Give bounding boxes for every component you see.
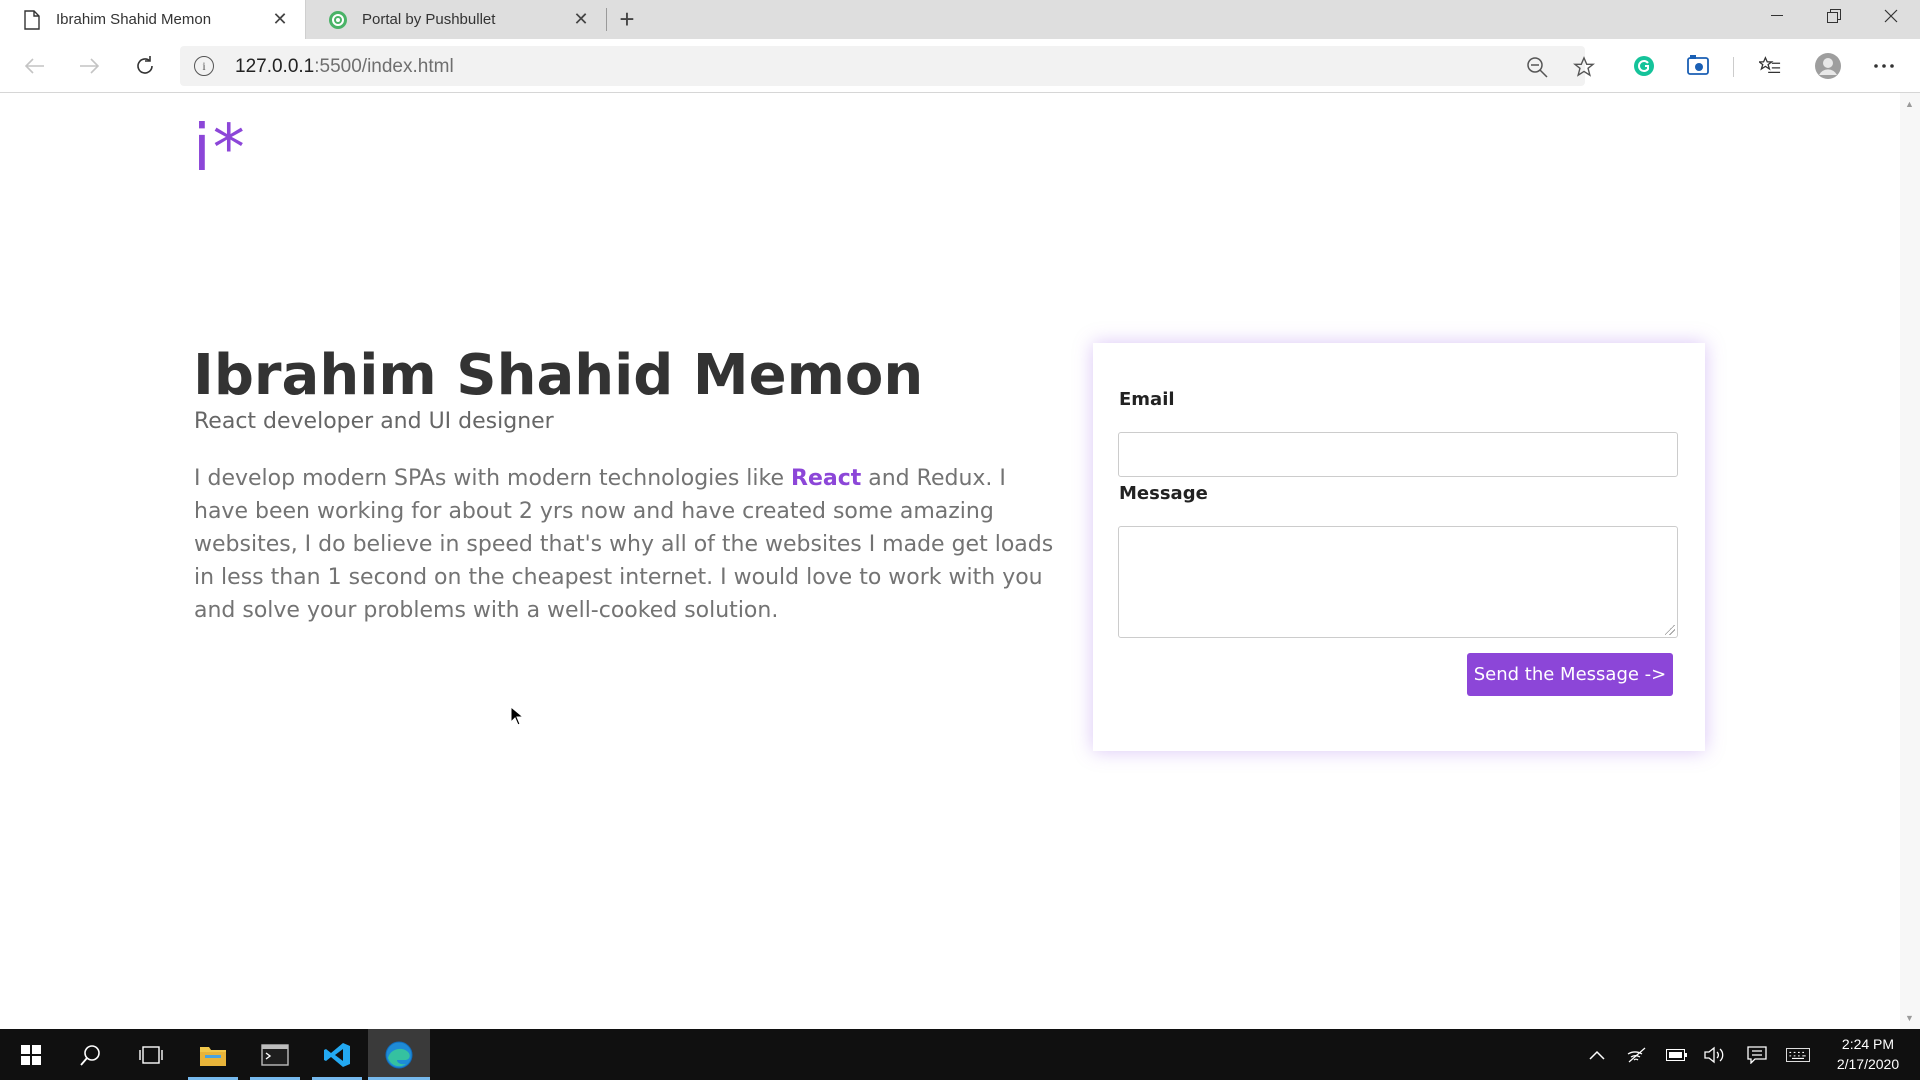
forward-button[interactable]	[72, 49, 106, 83]
zoom-out-icon[interactable]	[1525, 55, 1549, 79]
screenshot-extension-icon[interactable]	[1683, 51, 1713, 81]
send-message-button[interactable]: Send the Message ->	[1467, 653, 1673, 696]
keyboard-icon[interactable]	[1786, 1043, 1810, 1067]
message-label: Message	[1119, 483, 1208, 504]
page-scrollbar[interactable]: ▲ ▼	[1900, 93, 1920, 1029]
browser-toolbar: i 127.0.0.1:5500/index.html	[0, 39, 1920, 93]
hero-bio: I develop modern SPAs with modern techno…	[194, 462, 1054, 627]
search-button[interactable]	[60, 1029, 122, 1080]
tab-pushbullet[interactable]: Portal by Pushbullet ✕	[306, 0, 606, 39]
clock-date: 2/17/2020	[1836, 1056, 1900, 1072]
back-button[interactable]	[18, 49, 52, 83]
toolbar-divider	[1733, 57, 1734, 77]
start-button[interactable]	[0, 1029, 62, 1080]
volume-icon[interactable]	[1703, 1043, 1727, 1067]
close-window-button[interactable]	[1862, 0, 1920, 32]
windows-taskbar: 2:24 PM 2/17/2020	[0, 1029, 1920, 1080]
profile-avatar-icon[interactable]	[1813, 51, 1843, 81]
address-bar[interactable]: i 127.0.0.1:5500/index.html	[180, 46, 1595, 86]
terminal-icon[interactable]	[244, 1029, 306, 1080]
screen: Ibrahim Shahid Memon ✕ Portal by Pushbul…	[0, 0, 1920, 1080]
hero-subtitle: React developer and UI designer	[194, 409, 554, 434]
pushbullet-icon	[328, 10, 348, 30]
bio-highlight: React	[791, 466, 862, 491]
email-label: Email	[1119, 389, 1175, 410]
bio-text: I develop modern SPAs with modern techno…	[194, 466, 791, 491]
resize-handle-icon[interactable]	[1665, 625, 1675, 635]
tab-ibrahim[interactable]: Ibrahim Shahid Memon ✕	[0, 0, 306, 39]
browser-tab-bar: Ibrahim Shahid Memon ✕ Portal by Pushbul…	[0, 0, 1920, 39]
page-icon	[22, 9, 42, 30]
tab-title: Portal by Pushbullet	[362, 11, 496, 28]
tab-divider	[606, 8, 607, 31]
url-host: 127.0.0.1	[235, 56, 315, 77]
url-text[interactable]: 127.0.0.1:5500/index.html	[235, 56, 454, 78]
network-icon[interactable]	[1625, 1043, 1649, 1067]
close-icon[interactable]: ✕	[566, 5, 596, 35]
hero-name: Ibrahim Shahid Memon	[193, 343, 924, 408]
grammarly-icon[interactable]	[1629, 51, 1659, 81]
new-tab-button[interactable]: +	[612, 4, 642, 34]
file-explorer-icon[interactable]	[182, 1029, 244, 1080]
favorite-star-icon[interactable]	[1572, 55, 1596, 79]
message-field[interactable]	[1118, 526, 1678, 638]
battery-icon[interactable]	[1665, 1043, 1689, 1067]
edge-browser-icon[interactable]	[368, 1029, 430, 1080]
clock-time: 2:24 PM	[1841, 1036, 1895, 1052]
favorites-icon[interactable]	[1755, 51, 1785, 81]
tab-title: Ibrahim Shahid Memon	[56, 11, 212, 28]
vscode-icon[interactable]	[306, 1029, 368, 1080]
chevron-up-icon[interactable]	[1585, 1043, 1609, 1067]
scroll-down-icon[interactable]: ▼	[1905, 1013, 1915, 1023]
action-center-icon[interactable]	[1745, 1043, 1769, 1067]
contact-form-card: Email Message Send the Message ->	[1093, 343, 1705, 751]
minimize-button[interactable]	[1748, 0, 1806, 32]
refresh-button[interactable]	[128, 49, 162, 83]
email-field[interactable]	[1118, 432, 1678, 477]
task-view-button[interactable]	[120, 1029, 182, 1080]
url-path: :5500/index.html	[314, 56, 454, 77]
close-icon[interactable]: ✕	[265, 5, 295, 35]
info-icon[interactable]: i	[194, 56, 214, 76]
scroll-up-icon[interactable]: ▲	[1905, 99, 1915, 109]
mouse-cursor-icon	[510, 705, 525, 726]
site-logo[interactable]: i*	[193, 112, 247, 186]
more-menu-icon[interactable]	[1869, 51, 1899, 81]
restore-button[interactable]	[1805, 0, 1863, 32]
system-clock[interactable]: 2:24 PM 2/17/2020	[1818, 1034, 1918, 1074]
